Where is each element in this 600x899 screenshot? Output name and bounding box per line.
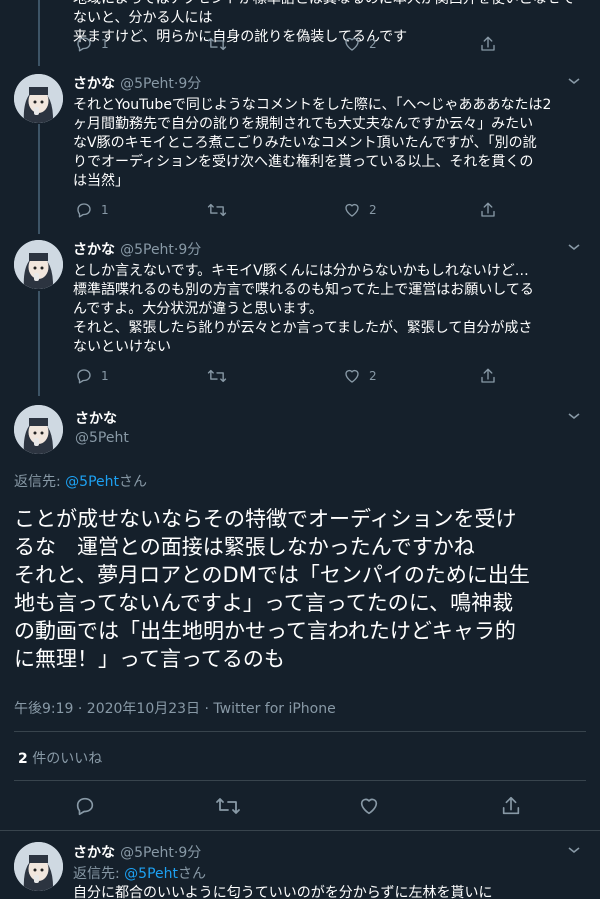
share-icon: [481, 36, 495, 51]
tweet-time[interactable]: 9分: [178, 76, 201, 92]
thread-line: [38, 291, 40, 396]
share-icon: [481, 202, 495, 217]
tweet-actions: 1 2: [73, 35, 586, 55]
chevron-down-icon[interactable]: [566, 73, 582, 89]
chevron-down-icon[interactable]: [566, 239, 582, 255]
author-handle[interactable]: @5Peht: [120, 845, 174, 861]
like-button[interactable]: 2: [343, 201, 377, 219]
reply-icon: [77, 203, 91, 218]
tweet-header: さかな @5Peht·9分: [73, 845, 202, 861]
tweet-time[interactable]: 9分: [178, 242, 201, 258]
tweet-actions: 1 2: [73, 367, 586, 387]
chevron-down-icon[interactable]: [566, 408, 582, 424]
retweet-icon: [207, 203, 227, 217]
retweet-icon: [207, 369, 227, 383]
tweet-time[interactable]: 9分: [178, 845, 201, 861]
reply-to-link[interactable]: @5Peht: [124, 866, 178, 882]
retweet-button[interactable]: [207, 201, 235, 219]
author-handle[interactable]: @5Peht: [120, 242, 174, 258]
avatar[interactable]: [14, 405, 63, 454]
tweet-actions: 1 2: [73, 201, 586, 221]
reply-button[interactable]: 1: [75, 201, 109, 219]
avatar[interactable]: [14, 74, 63, 123]
share-button[interactable]: [479, 367, 505, 385]
divider: [14, 731, 586, 732]
author-handle[interactable]: @5Peht: [120, 76, 174, 92]
retweet-icon[interactable]: [215, 795, 241, 817]
retweet-button[interactable]: [207, 367, 235, 385]
heart-icon: [345, 203, 359, 217]
tweet-header: さかな @5Peht·9分: [73, 76, 202, 92]
reply-icon[interactable]: [74, 795, 96, 817]
reply-button[interactable]: 1: [75, 35, 109, 53]
likes-count-link[interactable]: 2 件のいいね: [18, 748, 102, 768]
tweet-text: それとYouTubeで同じようなコメントをした際に、「へ〜じゃあああなたは2 ヶ…: [73, 97, 552, 189]
like-button[interactable]: 2: [343, 367, 377, 385]
author-handle[interactable]: @5Peht: [75, 430, 129, 446]
author-name[interactable]: さかな: [73, 845, 115, 861]
share-button[interactable]: [479, 35, 505, 53]
author-name[interactable]: さかな: [73, 242, 115, 258]
author-name[interactable]: さかな: [73, 76, 115, 92]
main-tweet-actions: [0, 793, 600, 819]
retweet-icon: [207, 37, 227, 51]
reply-button[interactable]: 1: [75, 367, 109, 385]
thread-line: [38, 124, 40, 234]
reply-icon: [77, 369, 91, 384]
likes-count: 2: [18, 751, 28, 767]
heart-icon[interactable]: [358, 795, 380, 817]
reply-to-link[interactable]: @5Peht: [65, 474, 119, 490]
avatar[interactable]: [14, 842, 63, 891]
reply-context: 返信先: @5Pehtさん: [73, 866, 206, 882]
thread-line: [38, 0, 40, 66]
main-tweet-text: ことが成せないならその特徴でオーディションを受け るな 運営との面接は緊張しなか…: [14, 507, 530, 671]
tweet-header: さかな @5Peht·9分: [73, 242, 202, 258]
like-button[interactable]: 2: [343, 35, 377, 53]
share-button[interactable]: [479, 201, 505, 219]
author-name[interactable]: さかな: [75, 408, 117, 428]
share-icon: [481, 368, 495, 383]
likes-label: 件のいいね: [27, 751, 103, 767]
heart-icon: [345, 369, 359, 383]
chevron-down-icon[interactable]: [566, 842, 582, 858]
divider: [14, 780, 586, 781]
divider: [0, 830, 600, 831]
avatar[interactable]: [14, 240, 63, 289]
reply-context: 返信先: @5Pehtさん: [14, 474, 147, 490]
tweet-timestamp[interactable]: 午後9:19 · 2020年10月23日 · Twitter for iPhon…: [14, 698, 336, 718]
heart-icon: [345, 37, 359, 51]
share-icon[interactable]: [500, 795, 522, 817]
reply-icon: [77, 37, 91, 52]
tweet-text-partial: 自分に都合のいいように匂うていいのがを分からずに左林を貰いに: [73, 885, 493, 899]
retweet-button[interactable]: [207, 35, 235, 53]
tweet-text: としか言えないです。キモイV豚くんには分からないかもしれないけど… 標準語喋れる…: [73, 263, 534, 355]
